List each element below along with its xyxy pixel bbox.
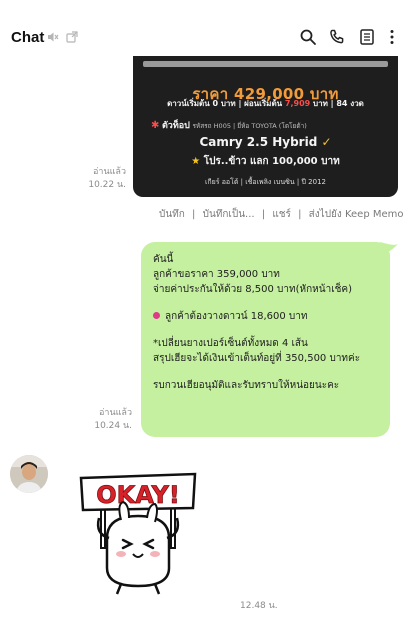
message-bubble[interactable]: คันนี้ ลูกค้าขอราคา 359,000 บาท จ่ายค่าป… — [141, 242, 390, 437]
spec-line: รหัสรถ H005 | ยี่ห้อ TOYOTA (โตโยต้า) — [192, 122, 307, 130]
bubble-line: คันนี้ — [153, 254, 174, 265]
listing-promo: ★ โปร..ข้าว แลก 100,000 บาท — [133, 154, 398, 169]
listing-spec-row: ✱ ตัวท็อป รหัสรถ H005 | ยี่ห้อ TOYOTA (โ… — [133, 118, 398, 132]
message-time-3: 12.48 น. — [240, 601, 278, 611]
save-as-action[interactable]: บันทึกเป็น... — [203, 209, 255, 220]
save-action[interactable]: บันทึก — [159, 209, 185, 220]
notes-icon[interactable] — [358, 28, 376, 46]
avatar-photo — [10, 455, 48, 493]
message-time: 10.22 น. — [88, 180, 126, 190]
listing-financing: ดาวน์เริ่มต้น 0 บาท | ผ่อนเริ่มต้น 7,909… — [133, 97, 398, 110]
okay-sticker[interactable]: OKAY! — [77, 468, 199, 598]
chat-title: Chat — [11, 29, 45, 46]
listing-footer: เกียร์ ออโต้ | เชื้อเพลิง เบนซิน | ปี 20… — [205, 178, 326, 186]
more-icon[interactable] — [383, 28, 401, 46]
keep-memo-action[interactable]: ส่งไปยัง Keep Memo — [309, 209, 404, 220]
promo-text: โปร..ข้าว แลก 100,000 บาท — [203, 156, 340, 167]
listing-model: Camry 2.5 Hybrid ✓ — [133, 135, 398, 149]
financing-prefix: ดาวน์เริ่มต้น 0 บาท | ผ่อนเริ่มต้น — [167, 99, 283, 108]
read-status: อ่านแล้ว — [99, 408, 132, 418]
read-status: อ่านแล้ว — [93, 167, 126, 177]
bubble-line: ลูกค้าขอราคา 359,000 บาท — [153, 269, 280, 280]
divider: | — [298, 209, 302, 220]
bubble-line: จ่ายค่าประกันให้ด้วย 8,500 บาท(หักหน้าเช… — [153, 284, 352, 295]
read-receipt-1: อ่านแล้ว 10.22 น. — [70, 166, 126, 192]
divider: | — [261, 209, 266, 220]
share-action[interactable]: แชร์ — [272, 209, 291, 220]
top-trim-label: ตัวท็อป — [161, 121, 190, 131]
star-icon: ★ — [191, 156, 201, 167]
read-receipt-2: อ่านแล้ว 10.24 น. — [76, 407, 132, 433]
bubble-line: *เปลี่ยนยางเปอร์เซ็นต์ทั้งหมด 4 เส้น — [153, 338, 308, 349]
bubble-line: ลูกค้าต้องวางดาวน์ 18,600 บาท — [165, 311, 308, 322]
bubble-line-downpayment: ลูกค้าต้องวางดาวน์ 18,600 บาท — [153, 309, 378, 324]
monthly-installment: 7,909 — [284, 99, 311, 108]
chat-header: Chat — [0, 0, 410, 60]
model-name: Camry 2.5 Hybrid — [199, 135, 318, 149]
verified-icon: ✓ — [321, 135, 332, 149]
bubble-line: รบกวนเฮียอนุมัติและรับทราบให้หน่อยนะคะ — [153, 380, 340, 391]
search-icon[interactable] — [299, 28, 317, 46]
pink-dot-icon — [153, 312, 160, 319]
popout-icon[interactable] — [66, 31, 78, 43]
top-trim-icon: ✱ — [151, 120, 160, 131]
image-actions: บันทึก | บันทึกเป็น... | แชร์ | ส่งไปยัง… — [159, 207, 408, 222]
message-time: 10.24 น. — [94, 421, 132, 431]
divider: | — [192, 209, 196, 220]
financing-suffix: บาท | 84 งวด — [313, 99, 364, 108]
phone-icon[interactable] — [328, 28, 346, 46]
muted-icon[interactable] — [47, 31, 59, 43]
sticker-text: OKAY! — [96, 481, 180, 509]
bubble-line: สรุปเฮียจะได้เงินเข้าเต็นท์อยู่ที่ 350,5… — [153, 353, 361, 364]
car-listing-image[interactable]: ราคา 429,000 บาท ดาวน์เริ่มต้น 0 บาท | ผ… — [133, 56, 398, 197]
image-top-strip — [143, 61, 388, 67]
avatar[interactable] — [10, 455, 48, 493]
